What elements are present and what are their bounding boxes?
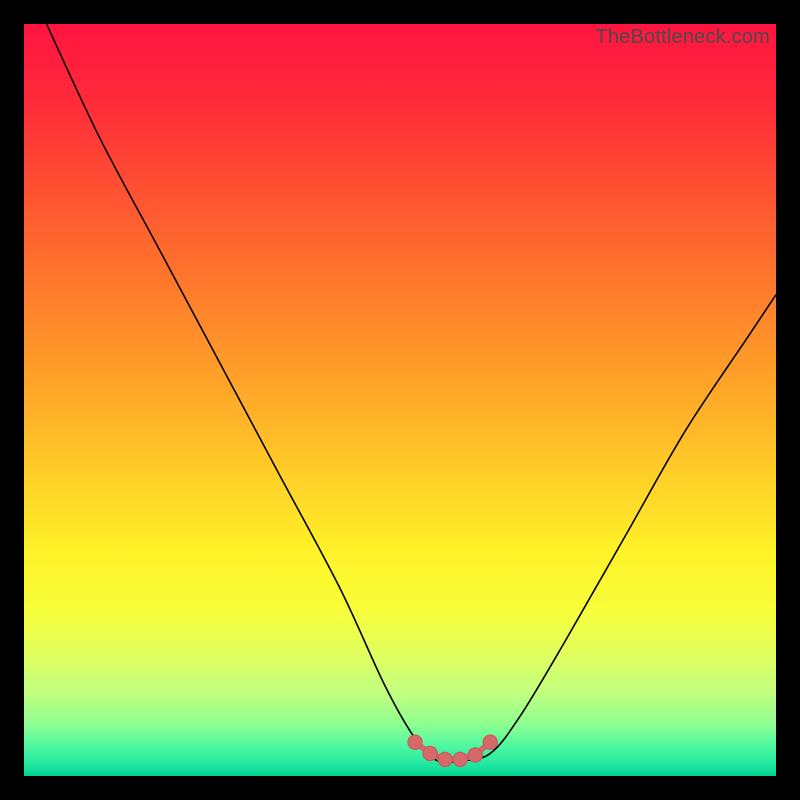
curve-layer [24, 24, 776, 776]
chart-frame: TheBottleneck.com [0, 0, 800, 800]
optimal-marker [438, 752, 452, 766]
optimal-range-markers [408, 735, 497, 767]
bottleneck-curve [47, 24, 776, 763]
optimal-marker [483, 735, 497, 749]
optimal-marker [423, 746, 437, 760]
optimal-marker [468, 748, 482, 762]
optimal-marker [453, 752, 467, 766]
optimal-marker [408, 735, 422, 749]
plot-area: TheBottleneck.com [24, 24, 776, 776]
